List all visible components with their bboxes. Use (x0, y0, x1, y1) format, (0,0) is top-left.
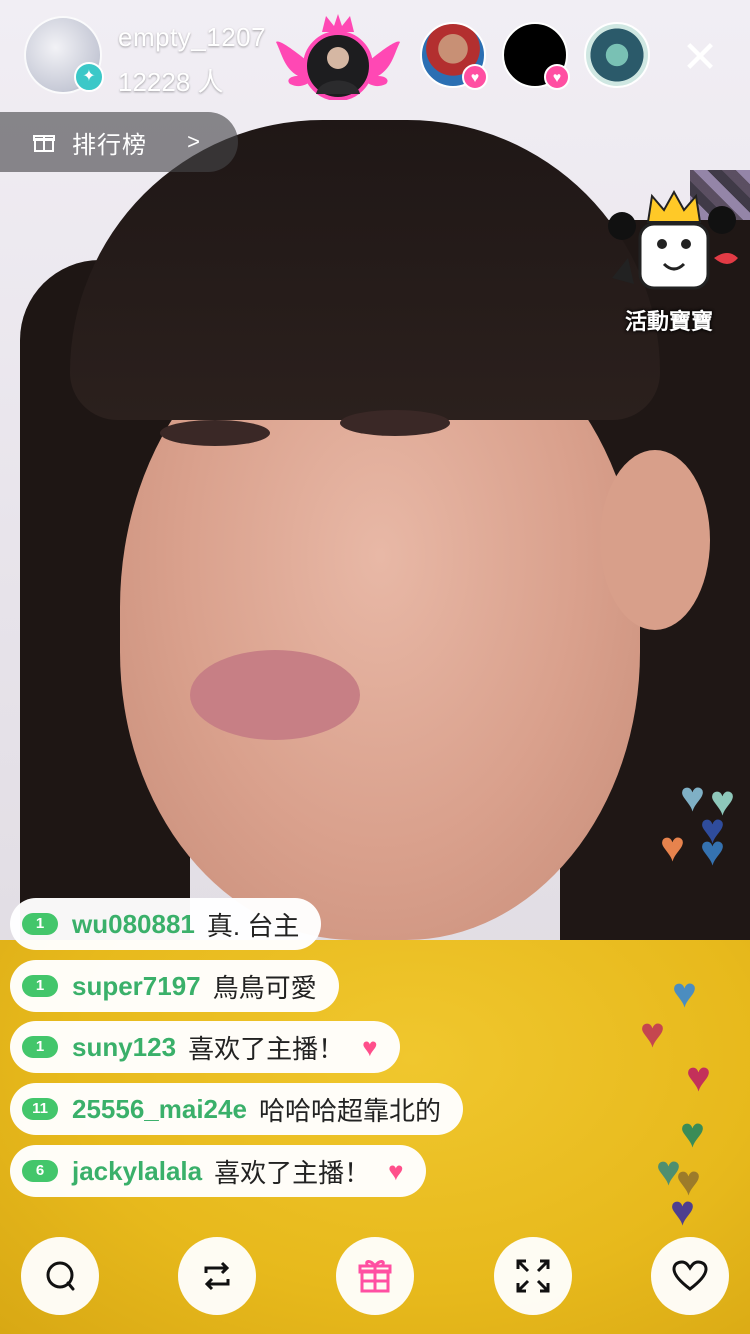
heart-badge-icon: ♥ (462, 64, 488, 90)
close-icon[interactable]: ✕ (680, 36, 720, 80)
fan-avatar-4[interactable] (584, 22, 650, 88)
chat-username[interactable]: suny123 (72, 1032, 176, 1063)
heart-icon: ♥ (680, 1109, 705, 1156)
heart-icon: ♥ (672, 969, 697, 1016)
user-level-badge: 1 (22, 913, 58, 935)
chat-message-text: 鳥鳥可愛 (212, 972, 317, 1003)
user-level-badge: 1 (22, 975, 58, 997)
user-level-badge: 6 (22, 1160, 58, 1182)
top-fan-avatar[interactable] (276, 14, 400, 100)
chevron-right-icon: > (187, 129, 200, 154)
leaderboard-label: 排行榜 (72, 131, 147, 159)
fullscreen-button[interactable] (494, 1237, 572, 1315)
heart-icon: ♥ (660, 823, 685, 870)
chat-message[interactable]: 1 super7197 鳥鳥可愛 (10, 960, 339, 1012)
chat-message[interactable]: 6 jackylalala 喜欢了主播！ ♥ (10, 1145, 426, 1197)
heart-icon: ♥ (686, 1053, 711, 1100)
heart-icon: ♥ (362, 1031, 378, 1062)
chat-message-text: 真. 台主 (206, 910, 300, 941)
chat-message-text: 哈哈哈超靠北的 (258, 1095, 441, 1126)
chat-message-text: 喜欢了主播！ (188, 1033, 345, 1064)
heart-icon: ♥ (700, 827, 725, 874)
heart-icon: ♥ (640, 1009, 665, 1056)
chat-username[interactable]: jackylalala (72, 1156, 202, 1187)
streamer-mouth (190, 650, 360, 740)
event-mascot-icon (608, 189, 738, 290)
chat-message[interactable]: 1 wu080881 真. 台主 (10, 898, 322, 950)
viewer-count: 12228 人 (118, 67, 224, 97)
user-level-badge: 11 (22, 1098, 58, 1120)
expand-icon (516, 1259, 550, 1293)
chat-username[interactable]: 25556_mai24e (72, 1094, 247, 1125)
streamer-eye-left (160, 420, 270, 446)
repeat-icon (204, 1261, 230, 1291)
heart-badge-icon: ♥ (544, 64, 570, 90)
chat-message[interactable]: 1 suny123 喜欢了主播！ ♥ (10, 1021, 400, 1073)
share-button[interactable] (178, 1237, 256, 1315)
heart-icon (672, 1260, 708, 1291)
leaderboard-button[interactable]: 排行榜 > (0, 112, 238, 172)
chat-username[interactable]: super7197 (72, 971, 201, 1002)
streamer-ear (600, 450, 710, 630)
host-level-badge-icon: ✦ (74, 62, 104, 92)
event-mascot-button[interactable]: 活動寶寶 (604, 188, 744, 338)
chat-username[interactable]: wu080881 (72, 909, 195, 940)
gift-icon (358, 1260, 392, 1293)
chat-button[interactable] (21, 1237, 99, 1315)
user-level-badge: 1 (22, 1036, 58, 1058)
heart-icon: ♥ (670, 1187, 695, 1234)
gift-button[interactable] (336, 1237, 414, 1315)
chat-message[interactable]: 11 25556_mai24e 哈哈哈超靠北的 (10, 1083, 463, 1135)
like-button[interactable] (651, 1237, 729, 1315)
streamer-eye-right (340, 410, 450, 436)
event-label: 活動寶寶 (624, 309, 713, 334)
gift-icon (33, 135, 55, 152)
host-name: empty_1207 (118, 22, 267, 52)
chat-bubble-icon (46, 1261, 75, 1291)
chat-message-text: 喜欢了主播！ (214, 1157, 371, 1188)
heart-icon: ♥ (388, 1155, 404, 1186)
wings-crown-icon (276, 14, 400, 100)
